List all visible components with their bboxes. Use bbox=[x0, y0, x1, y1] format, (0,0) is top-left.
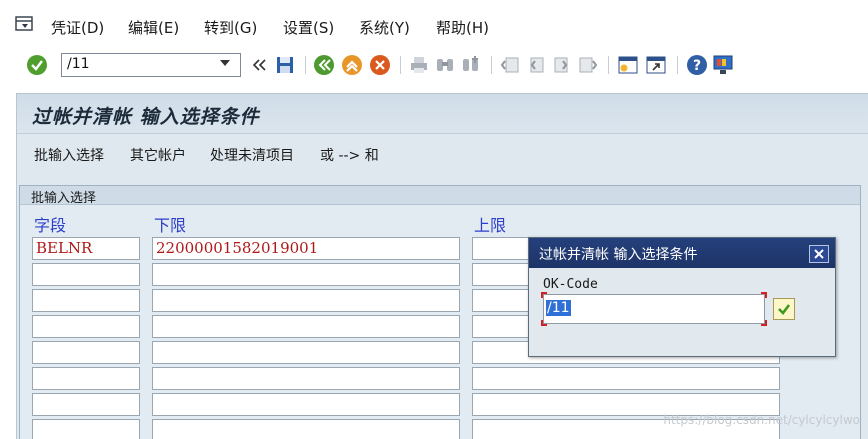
ok-code-value: /11 bbox=[546, 300, 571, 316]
enter-icon[interactable] bbox=[26, 54, 48, 76]
ok-code-dialog: 过帐并清帐 输入选择条件 OK-Code /11 bbox=[528, 237, 836, 357]
prev-page-icon[interactable] bbox=[525, 54, 547, 76]
menu-item-goto[interactable]: 转到(G) bbox=[204, 17, 257, 38]
batch-input-selection-button[interactable]: 批输入选择 bbox=[34, 145, 104, 165]
next-page-icon[interactable] bbox=[551, 54, 573, 76]
print-icon[interactable] bbox=[408, 54, 430, 76]
confirm-check-icon[interactable] bbox=[773, 298, 795, 320]
menu-bar: 凭证(D) 编辑(E) 转到(G) 设置(S) 系统(Y) 帮助(H) bbox=[0, 0, 868, 46]
menu-item-help[interactable]: 帮助(H) bbox=[436, 17, 489, 38]
layout-icon[interactable] bbox=[712, 54, 734, 76]
field-input-row-5[interactable] bbox=[32, 341, 140, 364]
find-next-icon[interactable] bbox=[460, 54, 482, 76]
low-input-row-8[interactable] bbox=[152, 419, 460, 439]
field-input-row-3[interactable] bbox=[32, 289, 140, 312]
exit-icon[interactable] bbox=[341, 54, 363, 76]
watermark-text: https://blog.csdn.net/cylcylcylwo bbox=[663, 413, 860, 427]
page-title: 过帐并清帐 输入选择条件 bbox=[32, 106, 260, 128]
column-header-field: 字段 bbox=[34, 216, 67, 235]
ok-code-label: OK-Code bbox=[543, 277, 598, 292]
field-input-row-8[interactable] bbox=[32, 419, 140, 439]
ok-code-input[interactable]: /11 bbox=[543, 294, 765, 324]
low-input-row-5[interactable] bbox=[152, 341, 460, 364]
field-input-row-6[interactable] bbox=[32, 367, 140, 390]
column-header-low: 下限 bbox=[154, 216, 187, 235]
dialog-title-bar: 过帐并清帐 输入选择条件 bbox=[529, 238, 835, 268]
field-input-row-4[interactable] bbox=[32, 315, 140, 338]
standard-toolbar: /11 ? bbox=[0, 46, 868, 86]
shortcut-icon[interactable] bbox=[645, 54, 667, 76]
first-page-icon[interactable] bbox=[499, 54, 521, 76]
low-input-row-6[interactable] bbox=[152, 367, 460, 390]
menu-item-system[interactable]: 系统(Y) bbox=[359, 17, 410, 38]
help-icon[interactable]: ? bbox=[686, 54, 708, 76]
low-input-row-1[interactable]: 22000001582019001 bbox=[152, 237, 460, 260]
other-accounts-button[interactable]: 其它帐户 bbox=[130, 145, 186, 165]
title-bar: 过帐并清帐 输入选择条件 bbox=[17, 94, 868, 134]
low-input-row-2[interactable] bbox=[152, 263, 460, 286]
low-input-row-3[interactable] bbox=[152, 289, 460, 312]
field-input-row-7[interactable] bbox=[32, 393, 140, 416]
command-field[interactable]: /11 bbox=[61, 53, 241, 77]
process-open-items-button[interactable]: 处理未清项目 bbox=[210, 145, 294, 165]
or-and-button[interactable]: 或 --> 和 bbox=[320, 145, 379, 165]
group-title: 批输入选择 bbox=[31, 191, 97, 206]
find-icon[interactable] bbox=[434, 54, 456, 76]
close-icon[interactable] bbox=[809, 245, 829, 263]
dialog-title: 过帐并清帐 输入选择条件 bbox=[539, 247, 698, 263]
field-input-row-1[interactable]: BELNR bbox=[32, 237, 140, 260]
high-input-row-6[interactable] bbox=[472, 367, 780, 390]
menu-toggle-icon[interactable] bbox=[14, 14, 36, 34]
back-double-icon[interactable] bbox=[248, 54, 270, 76]
back-icon[interactable] bbox=[313, 54, 335, 76]
menu-item-document[interactable]: 凭证(D) bbox=[51, 17, 104, 38]
cancel-icon[interactable] bbox=[369, 54, 391, 76]
field-input-row-2[interactable] bbox=[32, 263, 140, 286]
new-session-icon[interactable] bbox=[617, 54, 639, 76]
column-header-high: 上限 bbox=[474, 216, 507, 235]
low-input-row-7[interactable] bbox=[152, 393, 460, 416]
last-page-icon[interactable] bbox=[577, 54, 599, 76]
svg-text:?: ? bbox=[693, 58, 701, 74]
menu-item-settings[interactable]: 设置(S) bbox=[283, 17, 334, 38]
chevron-down-icon[interactable] bbox=[220, 60, 230, 66]
save-icon[interactable] bbox=[274, 54, 296, 76]
menu-item-edit[interactable]: 编辑(E) bbox=[128, 17, 179, 38]
low-input-row-4[interactable] bbox=[152, 315, 460, 338]
